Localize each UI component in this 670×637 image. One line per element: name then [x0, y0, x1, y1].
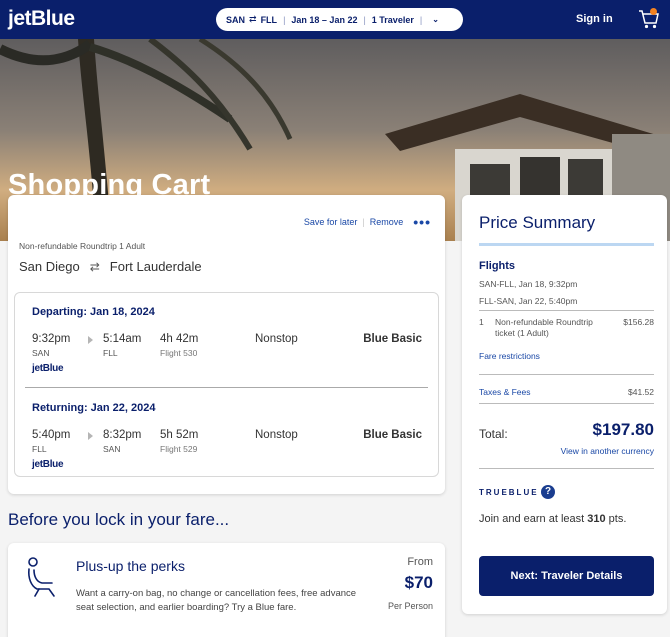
trip-destination: FLL	[260, 14, 278, 25]
next-traveler-details-button[interactable]: Next: Traveler Details	[479, 556, 654, 596]
per-person-label: Per Person	[387, 601, 433, 611]
trip-actions: Save for later | Remove •••	[304, 215, 431, 229]
flight-line: FLL-SAN, Jan 22, 5:40pm	[479, 296, 578, 306]
flights-heading: Flights	[479, 260, 516, 272]
price-summary-title: Price Summary	[479, 213, 596, 232]
trip-summary-pill[interactable]: SAN ⇄ FLL | Jan 18 – Jan 22 | 1 Traveler…	[216, 8, 463, 31]
divider: |	[363, 14, 366, 25]
airline-logo: jetBlue	[32, 459, 64, 470]
flight-number: Flight 529	[160, 444, 198, 454]
remove-link[interactable]: Remove	[370, 217, 404, 227]
caret-right-icon	[88, 336, 93, 344]
more-options-icon[interactable]: •••	[413, 215, 431, 229]
flight-line: SAN-FLL, Jan 18, 9:32pm	[479, 279, 578, 289]
taxes-fees-amount: $41.52	[628, 387, 654, 397]
chevron-down-icon[interactable]: ⌄	[432, 15, 439, 24]
route: San Diego ⇄ Fort Lauderdale	[19, 259, 202, 274]
duration: 5h 52m	[160, 429, 199, 441]
line-item-amount: $156.28	[623, 317, 654, 327]
stops: Nonstop	[255, 333, 298, 345]
departing-heading: Departing: Jan 18, 2024	[32, 306, 155, 318]
divider	[479, 310, 654, 311]
seat-icon	[28, 557, 55, 597]
arrival-code: SAN	[103, 444, 121, 454]
fare-class: Blue Basic	[363, 429, 422, 441]
perks-title: Plus-up the perks	[76, 558, 185, 574]
line-item-number: 1	[479, 317, 484, 327]
fare-note: Non-refundable Roundtrip 1 Adult	[19, 241, 146, 251]
swap-icon: ⇄	[89, 259, 100, 274]
section-title: Before you lock in your fare...	[8, 510, 230, 529]
departure-time: 5:40pm	[32, 429, 71, 441]
airline-logo: jetBlue	[32, 363, 64, 374]
arrival-time: 5:14am	[103, 333, 142, 345]
line-item-description: Non-refundable Roundtrip ticket (1 Adult…	[495, 317, 593, 338]
itinerary-box: Departing: Jan 18, 2024 9:32pm SAN 5:14a…	[14, 292, 439, 477]
total-amount: $197.80	[592, 420, 654, 439]
trip-origin: SAN	[226, 14, 246, 25]
fare-class: Blue Basic	[363, 333, 422, 345]
help-icon[interactable]: ?	[541, 485, 555, 499]
price-summary-card: Price Summary Flights SAN-FLL, Jan 18, 9…	[462, 195, 667, 614]
total-label: Total:	[479, 427, 508, 441]
departure-time: 9:32pm	[32, 333, 71, 345]
earn-points: 310	[587, 513, 606, 525]
trueblue-logo: TRUEBLUE	[479, 488, 539, 497]
view-currency-link[interactable]: View in another currency	[561, 446, 654, 456]
divider	[479, 468, 654, 469]
caret-right-icon	[88, 432, 93, 440]
trip-dates: Jan 18 – Jan 22	[291, 14, 358, 25]
origin-city: San Diego	[19, 259, 80, 274]
stops: Nonstop	[255, 429, 298, 441]
sign-in-link[interactable]: Sign in	[576, 13, 613, 25]
duration: 4h 42m	[160, 333, 199, 345]
perks-description: Want a carry-on bag, no change or cancel…	[76, 588, 357, 613]
earn-suffix: pts.	[605, 513, 627, 525]
title-underline	[479, 243, 654, 246]
divider	[479, 403, 654, 404]
price-from-label: From	[407, 556, 433, 568]
arrival-time: 8:32pm	[103, 429, 142, 441]
swap-icon: ⇄	[249, 14, 257, 24]
fare-restrictions-link[interactable]: Fare restrictions	[479, 351, 540, 361]
taxes-fees-link[interactable]: Taxes & Fees	[479, 387, 531, 397]
departure-code: FLL	[32, 444, 47, 454]
divider: |	[283, 14, 286, 25]
returning-heading: Returning: Jan 22, 2024	[32, 402, 156, 414]
cart-badge	[650, 8, 657, 15]
divider	[479, 374, 654, 375]
trip-travelers: 1 Traveler	[371, 14, 414, 25]
divider: |	[362, 217, 365, 227]
earn-prefix: Join and earn at least	[479, 513, 588, 525]
flight-number: Flight 530	[160, 348, 198, 358]
divider: |	[419, 14, 423, 25]
plus-up-perks-card[interactable]: Plus-up the perks Want a carry-on bag, n…	[8, 543, 445, 637]
top-nav-bar: jetBlue SAN ⇄ FLL | Jan 18 – Jan 22 | 1 …	[0, 0, 670, 39]
arrival-code: FLL	[103, 348, 118, 358]
departure-code: SAN	[32, 348, 50, 358]
earn-points-text: Join and earn at least 310 pts.	[479, 513, 626, 525]
jetblue-logo[interactable]: jetBlue	[8, 7, 75, 31]
save-for-later-link[interactable]: Save for later	[304, 217, 358, 227]
destination-city: Fort Lauderdale	[109, 259, 202, 274]
trip-card: Save for later | Remove ••• Non-refundab…	[8, 195, 445, 494]
leg-divider	[25, 387, 428, 388]
perks-price: $70	[404, 573, 433, 592]
